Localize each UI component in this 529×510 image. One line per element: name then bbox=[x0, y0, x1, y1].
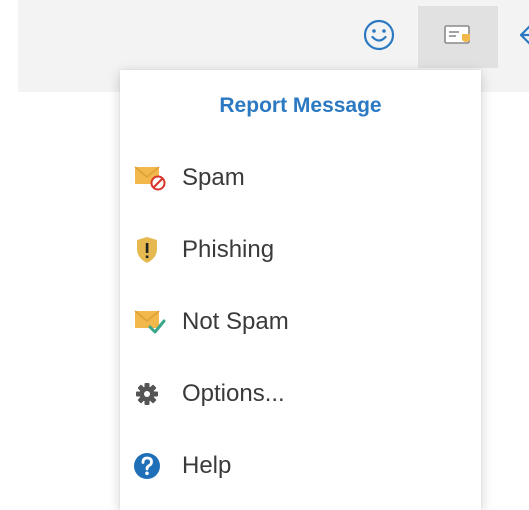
menu-item-not-spam[interactable]: Not Spam bbox=[120, 294, 481, 350]
back-arrow-icon bbox=[516, 22, 529, 53]
menu-item-label: Phishing bbox=[182, 236, 275, 263]
not-spam-envelope-icon bbox=[134, 307, 168, 337]
spam-envelope-icon bbox=[134, 163, 168, 193]
menu-item-help[interactable]: Help bbox=[120, 438, 481, 494]
menu-item-phishing[interactable]: Phishing bbox=[120, 222, 481, 278]
menu-title: Report Message bbox=[219, 94, 382, 117]
menu-item-spam[interactable]: Spam bbox=[120, 150, 481, 206]
menu-item-label: Help bbox=[182, 452, 232, 479]
menu-item-label: Not Spam bbox=[182, 308, 289, 335]
gear-icon bbox=[134, 379, 168, 409]
smiley-icon bbox=[362, 18, 396, 57]
report-message-icon bbox=[443, 23, 473, 52]
report-message-button[interactable] bbox=[418, 6, 498, 68]
back-button[interactable] bbox=[498, 6, 529, 68]
emoji-button[interactable] bbox=[340, 6, 418, 68]
menu-item-label: Spam bbox=[182, 164, 245, 191]
report-message-menu: Report Message Spam Phishing Not Spam Op… bbox=[120, 70, 481, 510]
help-icon bbox=[134, 451, 168, 481]
menu-item-options[interactable]: Options... bbox=[120, 366, 481, 422]
phishing-shield-icon bbox=[134, 235, 168, 265]
menu-item-label: Options... bbox=[182, 380, 285, 407]
